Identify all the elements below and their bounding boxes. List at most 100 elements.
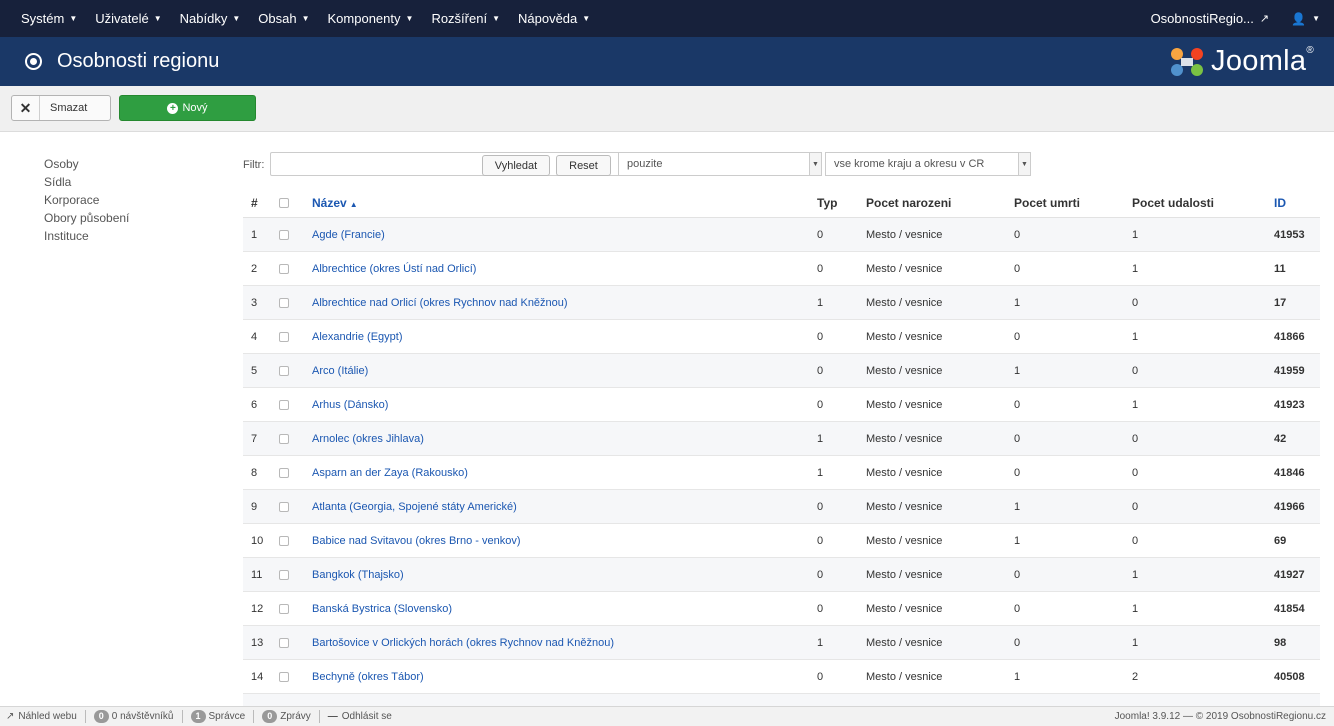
table-row: 3 Albrechtice nad Orlicí (okres Rychnov n… [243, 286, 1320, 320]
row-checkbox[interactable] [275, 297, 312, 308]
chevron-down-icon: ▼ [232, 14, 241, 23]
row-checkbox[interactable] [275, 637, 312, 648]
select-all-checkbox[interactable] [275, 197, 312, 208]
reset-button[interactable]: Reset [556, 155, 611, 176]
row-name-link[interactable]: Bartošovice v Orlických horách (okres Ry… [312, 637, 614, 649]
row-name-link[interactable]: Albrechtice (okres Ústí nad Orlicí) [312, 263, 476, 275]
preview-link[interactable]: ↗ Náhled webu [6, 711, 85, 722]
row-kind: Mesto / vesnice [866, 636, 943, 649]
row-num: 5 [251, 364, 258, 377]
sidebar-item-2[interactable]: Korporace [44, 191, 129, 209]
sidebar-item-3[interactable]: Obory působení [44, 209, 129, 227]
row-id: 41846 [1274, 466, 1305, 479]
col-name[interactable]: Název ▲ [312, 196, 817, 210]
row-checkbox[interactable] [275, 535, 312, 546]
usage-select[interactable]: pouzite ▼ [618, 152, 822, 176]
row-checkbox[interactable] [275, 331, 312, 342]
user-menu[interactable]: 👤 ▼ [1291, 12, 1320, 26]
row-checkbox[interactable] [275, 263, 312, 274]
checkbox-icon [279, 603, 289, 614]
status-bar: ↗ Náhled webu 0 0 návštěvníků 1 Správce … [0, 706, 1334, 726]
menu-item-0[interactable]: Systém ▼ [12, 0, 86, 37]
main-menu: Systém ▼ Uživatelé ▼ Nabídky ▼ Obsah ▼ Komponent… [0, 0, 599, 37]
checkbox-icon [279, 501, 289, 512]
row-name-cell: Atlanta (Georgia, Spojené státy Americké… [312, 501, 817, 513]
row-name-link[interactable]: Banská Bystrica (Slovensko) [312, 603, 452, 615]
row-id: 41959 [1274, 364, 1305, 377]
external-link-icon: ↗ [1259, 13, 1270, 25]
sidebar-item-0[interactable]: Osoby [44, 155, 129, 173]
sidebar-item-4[interactable]: Instituce [44, 227, 129, 245]
row-typ: 1 [817, 432, 824, 445]
page-header: Osobnosti regionu Joomla® [0, 37, 1334, 86]
row-checkbox[interactable] [275, 365, 312, 376]
row-num: 12 [251, 602, 264, 615]
row-id: 42 [1274, 432, 1287, 445]
row-checkbox[interactable] [275, 229, 312, 240]
row-checkbox[interactable] [275, 603, 312, 614]
col-id[interactable]: ID [1274, 196, 1320, 210]
new-button[interactable]: + Nový [119, 95, 256, 121]
row-checkbox[interactable] [275, 501, 312, 512]
row-name-link[interactable]: Bechyně (okres Tábor) [312, 671, 424, 683]
row-typ: 0 [817, 228, 824, 241]
checkbox-icon [279, 331, 289, 342]
menu-item-2[interactable]: Nabídky ▼ [171, 0, 250, 37]
row-typ: 0 [817, 364, 824, 377]
row-name-link[interactable]: Agde (Francie) [312, 229, 385, 241]
table-row: 6 Arhus (Dánsko) 0 Mesto / vesnice 0 1 41923 [243, 388, 1320, 422]
preview-label: Náhled webu [18, 711, 77, 722]
row-name-link[interactable]: Arhus (Dánsko) [312, 399, 388, 411]
row-typ: 0 [817, 500, 824, 513]
row-umrti: 0 [1014, 432, 1021, 445]
menu-item-label: Komponenty [327, 11, 401, 26]
row-udalosti: 1 [1132, 602, 1139, 615]
menu-item-6[interactable]: Nápověda ▼ [509, 0, 599, 37]
row-checkbox[interactable] [275, 467, 312, 478]
row-typ: 1 [817, 296, 824, 309]
row-kind: Mesto / vesnice [866, 466, 943, 479]
sidebar-item-1[interactable]: Sídla [44, 173, 129, 191]
chevron-down-icon: ▼ [69, 14, 78, 23]
row-name-link[interactable]: Arnolec (okres Jihlava) [312, 433, 424, 445]
row-checkbox[interactable] [275, 433, 312, 444]
delete-button[interactable]: ✕ Smazat [11, 95, 111, 121]
external-link-icon: ↗ [6, 711, 15, 722]
row-name-cell: Bechyně (okres Tábor) [312, 671, 817, 683]
row-num: 4 [251, 330, 258, 343]
messages-status[interactable]: 0 Zprávy [262, 710, 319, 723]
visitors-status: 0 0 návštěvníků [93, 710, 182, 723]
row-name-link[interactable]: Bangkok (Thajsko) [312, 569, 404, 581]
visitors-badge: 0 [93, 710, 109, 723]
menu-item-label: Systém [21, 11, 65, 26]
search-button[interactable]: Vyhledat [482, 155, 550, 176]
delete-label: Smazat [50, 102, 88, 114]
site-link[interactable]: OsobnostiRegio... ↗ [1151, 11, 1270, 26]
menu-item-4[interactable]: Komponenty ▼ [319, 0, 423, 37]
menu-item-5[interactable]: Rozšíření ▼ [422, 0, 509, 37]
row-checkbox[interactable] [275, 569, 312, 580]
row-udalosti: 1 [1132, 228, 1139, 241]
chevron-down-icon: ▼ [153, 14, 162, 23]
logout-link[interactable]: — Odhlásit se [328, 711, 400, 722]
row-checkbox[interactable] [275, 671, 312, 682]
table-row: 14 Bechyně (okres Tábor) 0 Mesto / vesnice 1… [243, 660, 1320, 694]
row-name-link[interactable]: Alexandrie (Egypt) [312, 331, 403, 343]
radio-circle-icon [25, 53, 42, 70]
menu-item-1[interactable]: Uživatelé ▼ [86, 0, 170, 37]
checkbox-icon [279, 365, 289, 376]
row-name-cell: Albrechtice (okres Ústí nad Orlicí) [312, 263, 817, 275]
row-checkbox[interactable] [275, 399, 312, 410]
row-udalosti: 0 [1132, 500, 1139, 513]
row-kind: Mesto / vesnice [866, 228, 943, 241]
row-name-link[interactable]: Asparn an der Zaya (Rakousko) [312, 467, 468, 479]
row-name-link[interactable]: Atlanta (Georgia, Spojené státy Americké… [312, 501, 517, 513]
checkbox-icon [279, 671, 289, 682]
row-kind: Mesto / vesnice [866, 330, 943, 343]
region-select[interactable]: vse krome kraju a okresu v CR ▼ [825, 152, 1031, 176]
row-kind: Mesto / vesnice [866, 602, 943, 615]
menu-item-3[interactable]: Obsah ▼ [249, 0, 318, 37]
row-name-link[interactable]: Albrechtice nad Orlicí (okres Rychnov na… [312, 297, 568, 309]
row-name-link[interactable]: Arco (Itálie) [312, 365, 368, 377]
row-name-link[interactable]: Babice nad Svitavou (okres Brno - venkov… [312, 535, 521, 547]
